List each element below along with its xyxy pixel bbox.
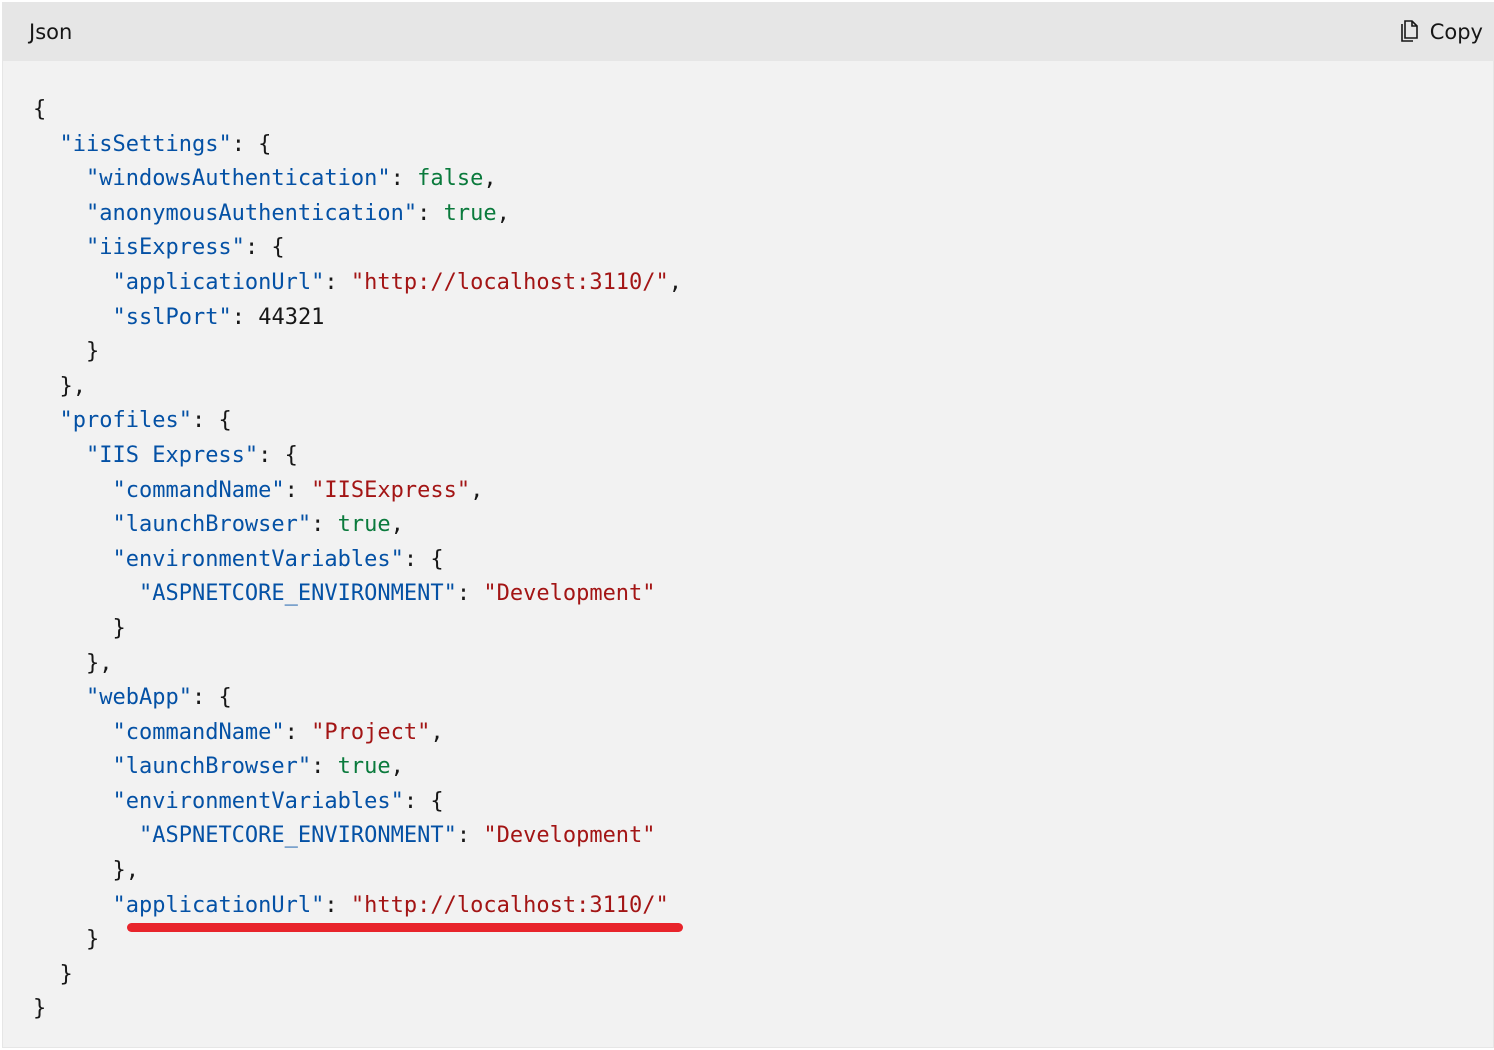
code-block: Json Copy { "iisSettings": { "windowsAut… [2,2,1494,1048]
json-value: "Development" [483,823,656,849]
json-key: "commandName" [112,477,285,503]
json-key: "commandName" [112,719,285,745]
json-key: "launchBrowser" [112,512,312,538]
json-value: true [337,512,391,538]
json-value: "http://localhost:3110/" [350,269,669,295]
json-key: "webApp" [85,685,192,711]
json-key: "IIS Express" [85,442,259,468]
json-value: "IISExpress" [311,477,471,503]
json-key: "applicationUrl" [112,892,325,918]
json-key: "launchBrowser" [112,754,312,780]
json-key: "environmentVariables" [112,788,404,814]
json-key: "ASPNETCORE_ENVIRONMENT" [138,823,457,849]
code-header: Json Copy [3,3,1493,61]
json-key: "iisSettings" [59,131,232,157]
copy-label: Copy [1429,20,1483,44]
json-value: 44321 [258,304,325,330]
json-key: "windowsAuthentication" [85,166,391,192]
json-value: "Development" [483,581,656,607]
highlight-underline [127,923,683,932]
json-value: "Project" [311,719,431,745]
json-key: "environmentVariables" [112,546,404,572]
json-value: "http://localhost:3110/" [350,892,669,918]
json-key: "profiles" [59,408,192,434]
code-body: { "iisSettings": { "windowsAuthenticatio… [3,61,1493,1027]
json-key: "sslPort" [112,304,232,330]
json-code[interactable]: { "iisSettings": { "windowsAuthenticatio… [33,93,1493,1027]
copy-icon [1398,20,1420,44]
copy-button[interactable]: Copy [1398,20,1483,44]
json-value: true [337,754,391,780]
json-key: "anonymousAuthentication" [85,200,418,226]
json-value: true [443,200,497,226]
json-key: "iisExpress" [85,235,245,261]
json-key: "ASPNETCORE_ENVIRONMENT" [138,581,457,607]
language-label: Json [29,20,73,44]
json-key: "applicationUrl" [112,269,325,295]
json-value: false [417,166,484,192]
